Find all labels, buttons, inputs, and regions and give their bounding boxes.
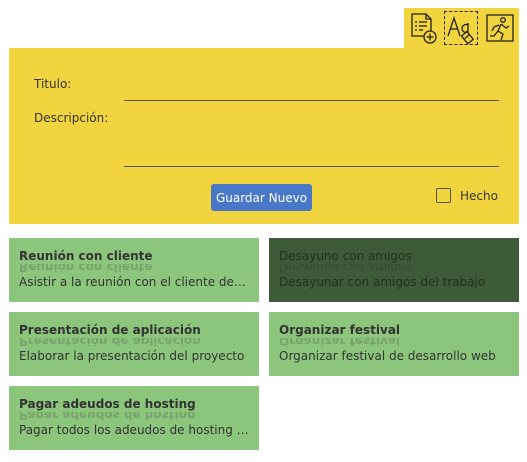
exit-run-icon bbox=[486, 14, 514, 42]
task-form: Titulo: Descripción: Guardar Nuevo Hecho bbox=[9, 48, 519, 224]
new-task-button[interactable] bbox=[406, 11, 440, 45]
description-label: Descripción: bbox=[34, 111, 109, 125]
task-card[interactable]: Organizar festival Organizar festival Or… bbox=[269, 312, 519, 376]
toolbar bbox=[404, 8, 519, 48]
task-card[interactable]: Pagar adeudos de hosting Pagar adeudos d… bbox=[9, 386, 259, 450]
task-title: Desayuno con amigos bbox=[279, 249, 412, 263]
done-toggle[interactable]: Hecho bbox=[436, 188, 498, 203]
task-card-selected[interactable]: Desayuno con amigos Desayuno con amigos … bbox=[269, 238, 519, 302]
task-title: Pagar adeudos de hosting bbox=[19, 397, 196, 411]
done-label: Hecho bbox=[460, 188, 498, 203]
task-description: Elaborar la presentación del proyecto bbox=[19, 349, 245, 363]
task-title: Organizar festival bbox=[279, 323, 401, 337]
task-card[interactable]: Reunión con cliente Reunión con cliente … bbox=[9, 238, 259, 302]
task-title-reflection: Organizar festival bbox=[279, 338, 401, 346]
title-input[interactable] bbox=[124, 78, 499, 101]
done-checkbox[interactable] bbox=[436, 188, 451, 203]
task-description: Pagar todos los adeudos de hosting atra.… bbox=[19, 423, 249, 437]
description-input[interactable] bbox=[124, 144, 499, 167]
task-description: Asistir a la reunión con el cliente de d… bbox=[19, 275, 249, 289]
exit-button[interactable] bbox=[483, 11, 517, 45]
task-title-reflection: Reunión con cliente bbox=[19, 264, 153, 272]
text-style-icon bbox=[447, 15, 475, 44]
task-description: Desayunar con amigos del trabajo bbox=[279, 275, 486, 289]
task-card[interactable]: Presentación de aplicación Presentación … bbox=[9, 312, 259, 376]
task-title: Presentación de aplicación bbox=[19, 323, 201, 337]
task-title-reflection: Desayuno con amigos bbox=[279, 264, 412, 272]
save-new-button[interactable]: Guardar Nuevo bbox=[211, 184, 312, 211]
task-title: Reunión con cliente bbox=[19, 249, 153, 263]
task-description: Organizar festival de desarrollo web bbox=[279, 349, 496, 363]
task-title-reflection: Pagar adeudos de hosting bbox=[19, 412, 196, 420]
text-style-button[interactable] bbox=[444, 11, 479, 45]
title-label: Titulo: bbox=[34, 77, 72, 91]
checklist-add-icon bbox=[411, 13, 437, 44]
task-title-reflection: Presentación de aplicación bbox=[19, 338, 201, 346]
